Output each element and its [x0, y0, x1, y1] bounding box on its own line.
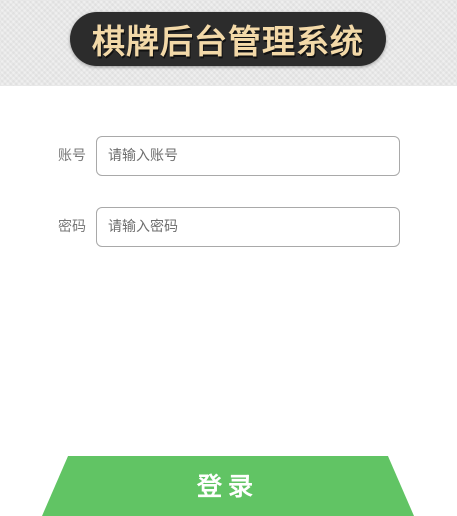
account-input[interactable] — [96, 136, 400, 176]
page-title: 棋牌后台管理系统 — [92, 22, 364, 61]
login-button[interactable]: 登录 — [42, 456, 414, 516]
password-label: 密码 — [58, 219, 86, 235]
password-row: 密码 — [0, 207, 457, 247]
title-badge: 棋牌后台管理系统 — [70, 12, 386, 66]
login-button-label: 登录 — [196, 472, 259, 501]
header-banner: 棋牌后台管理系统 — [0, 0, 457, 86]
account-row: 账号 — [0, 136, 457, 176]
account-label: 账号 — [58, 148, 86, 164]
password-input[interactable] — [96, 207, 400, 247]
